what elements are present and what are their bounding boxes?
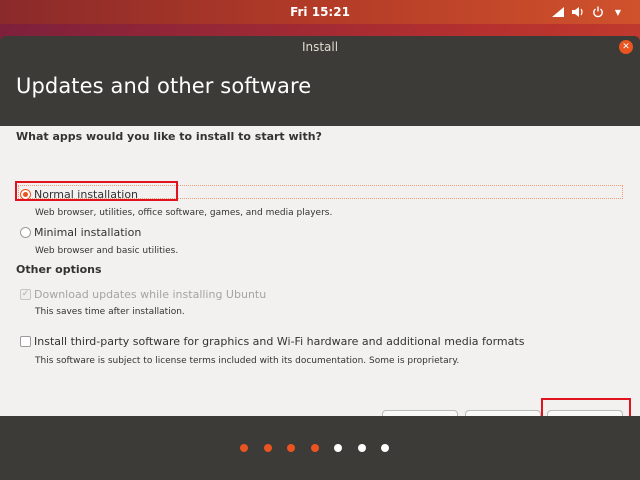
progress-footer: [0, 416, 640, 480]
annotation-highlight-normal: [15, 181, 178, 201]
progress-dot: [240, 444, 248, 452]
third-party-option[interactable]: Install third-party software for graphic…: [0, 332, 640, 350]
third-party-label[interactable]: Install third-party software for graphic…: [34, 335, 524, 348]
download-updates-option: ✓ Download updates while installing Ubun…: [0, 285, 640, 303]
page-title: Updates and other software: [16, 74, 312, 98]
minimal-installation-label[interactable]: Minimal installation: [34, 226, 141, 239]
progress-dot: [357, 444, 366, 452]
progress-dot: [287, 444, 295, 452]
content-area: What apps would you like to install to s…: [0, 126, 640, 434]
progress-dot: [310, 444, 319, 452]
progress-dot: [263, 444, 272, 452]
volume-icon[interactable]: [570, 4, 586, 20]
download-updates-label: Download updates while installing Ubuntu: [34, 287, 267, 301]
progress-dot: [381, 444, 389, 452]
power-icon[interactable]: [590, 4, 606, 20]
other-options-heading: Other options: [16, 263, 102, 276]
caret-down-icon[interactable]: ▼: [610, 4, 626, 20]
installer-window: Install ✕ Updates and other software Wha…: [0, 36, 640, 480]
window-titlebar[interactable]: Install ✕: [0, 36, 640, 58]
download-updates-description: This saves time after installation.: [35, 307, 185, 317]
install-question: What apps would you like to install to s…: [16, 130, 322, 143]
page-header: Updates and other software: [0, 58, 640, 134]
top-panel: Fri 15:21 ▼: [0, 0, 640, 24]
normal-installation-description: Web browser, utilities, office software,…: [35, 208, 333, 218]
third-party-checkbox[interactable]: [20, 335, 31, 347]
progress-dots: [240, 444, 389, 452]
third-party-description: This software is subject to license term…: [35, 356, 460, 366]
system-tray[interactable]: ▼: [550, 0, 632, 24]
minimal-installation-option[interactable]: Minimal installation: [0, 223, 640, 241]
minimal-installation-radio[interactable]: [20, 226, 31, 238]
close-button[interactable]: ✕: [619, 40, 633, 54]
close-icon: ✕: [622, 42, 630, 52]
clock[interactable]: Fri 15:21: [0, 0, 640, 24]
minimal-installation-description: Web browser and basic utilities.: [35, 246, 179, 256]
network-icon[interactable]: [550, 4, 566, 20]
progress-dot: [334, 444, 342, 452]
download-updates-checkbox: ✓: [20, 288, 31, 300]
window-title: Install: [301, 40, 339, 54]
